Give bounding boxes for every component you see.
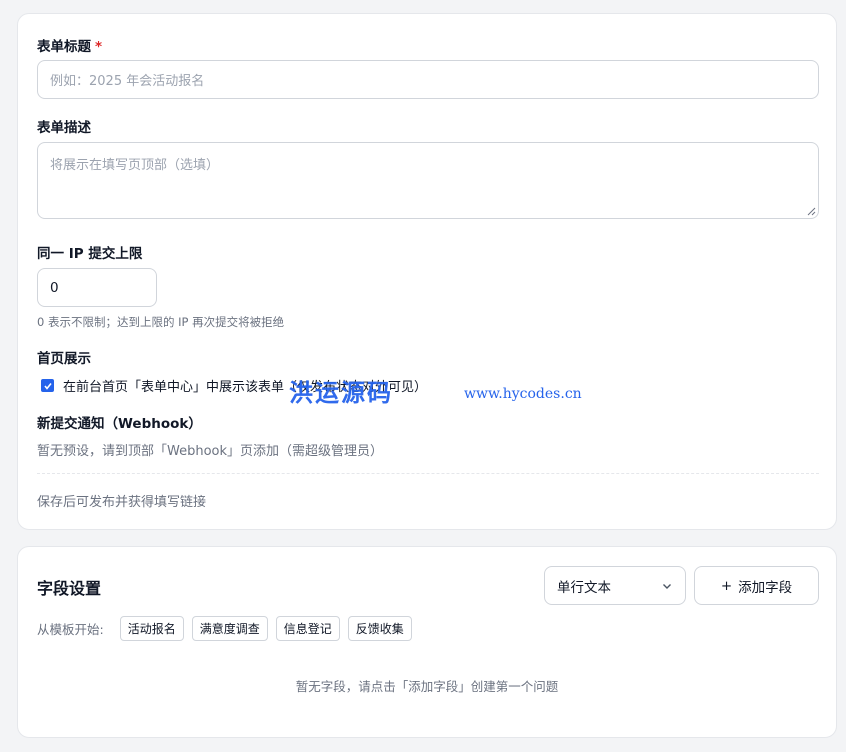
form-description-label: 表单描述 — [37, 120, 91, 136]
fields-section-title: 字段设置 — [37, 579, 102, 598]
template-chip[interactable]: 信息登记 — [275, 616, 340, 641]
template-chip[interactable]: 活动报名 — [119, 616, 184, 641]
ip-limit-label: 同一 IP 提交上限 — [37, 246, 143, 262]
check-icon — [43, 382, 52, 390]
ip-limit-input[interactable]: 0 — [37, 268, 157, 307]
webhook-empty-text: 暂无预设，请到顶部「Webhook」页添加（需超级管理员） — [37, 444, 384, 459]
ip-limit-hint: 0 表示不限制；达到上限的 IP 再次提交将被拒绝 — [37, 315, 285, 329]
field-type-select-value: 单行文本 — [557, 579, 611, 596]
form-title-input[interactable]: 例如：2025 年会活动报名 — [37, 60, 819, 99]
form-title-placeholder: 例如：2025 年会活动报名 — [50, 74, 205, 89]
form-description-textarea[interactable]: 将展示在填写页顶部（选填） — [37, 142, 819, 219]
webhook-label: 新提交通知（Webhook） — [37, 416, 202, 432]
ip-limit-value: 0 — [50, 279, 59, 296]
template-chip[interactable]: 满意度调查 — [191, 616, 268, 641]
required-mark: * — [95, 39, 103, 55]
empty-fields-message: 暂无字段，请点击「添加字段」创建第一个问题 — [295, 679, 559, 694]
form-title-label: 表单标题 * — [37, 39, 103, 55]
template-chip[interactable]: 反馈收集 — [347, 616, 412, 641]
fields-settings-card: 字段设置 单行文本 + 添加字段 从模板开始: 活动报名 满意度调查 信息登记 … — [17, 546, 837, 738]
template-row: 从模板开始: 活动报名 满意度调查 信息登记 反馈收集 — [37, 616, 412, 641]
add-field-button-label: 添加字段 — [738, 579, 793, 596]
field-type-select[interactable]: 单行文本 — [544, 566, 686, 605]
watermark-url: www.hycodes.cn — [464, 386, 582, 402]
add-field-button[interactable]: + 添加字段 — [694, 566, 819, 605]
save-hint: 保存后可发布并获得填写链接 — [37, 495, 207, 510]
homepage-display-checkbox[interactable] — [41, 379, 54, 392]
form-settings-card: 表单标题 * 例如：2025 年会活动报名 表单描述 将展示在填写页顶部（选填） … — [17, 13, 837, 530]
chevron-down-icon — [663, 583, 671, 589]
homepage-display-label: 首页展示 — [37, 351, 91, 367]
watermark-text: 洪运源码 — [289, 378, 393, 407]
form-description-placeholder: 将展示在填写页顶部（选填） — [50, 158, 220, 173]
plus-icon: + — [720, 577, 733, 594]
template-label: 从模板开始: — [37, 622, 104, 637]
resize-handle-icon[interactable] — [807, 207, 816, 216]
section-divider — [37, 473, 819, 474]
